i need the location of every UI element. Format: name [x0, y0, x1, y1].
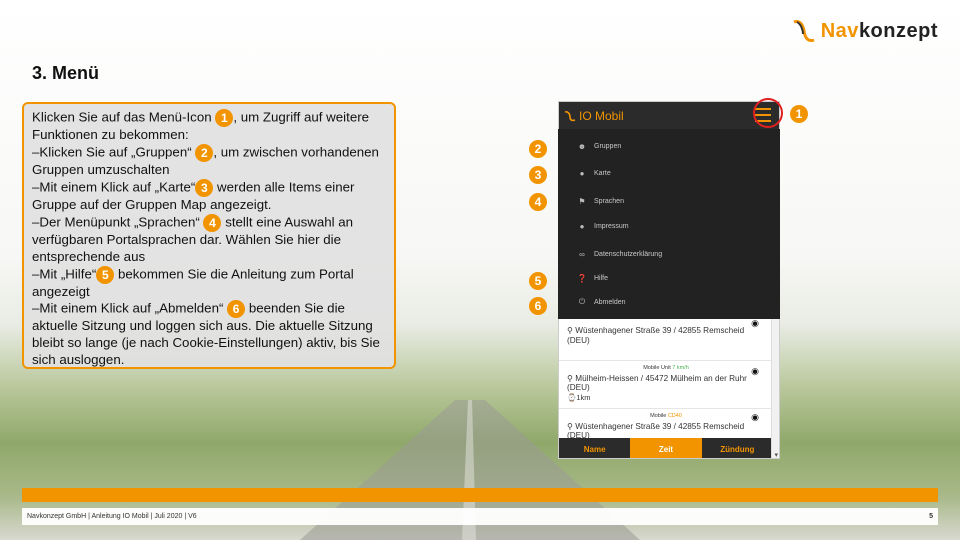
- footer: Navkonzept GmbH | Anleitung IO Mobil | J…: [22, 508, 938, 525]
- tab-zeit[interactable]: Zeit: [630, 438, 702, 458]
- step-badge-6: 6: [227, 300, 246, 319]
- scroll-down-icon[interactable]: ▾: [774, 451, 778, 458]
- step-badge-5: 5: [96, 265, 115, 284]
- app-logo-icon: [564, 111, 576, 122]
- page-title: 3. Menü: [32, 63, 100, 83]
- navkonzept-logo: Navkonzept: [791, 18, 938, 44]
- menu-item-impressum[interactable]: ● Impressum: [558, 215, 780, 237]
- card-status: CD40: [667, 413, 682, 419]
- menu-item-gruppen[interactable]: ☻ Gruppen: [558, 135, 780, 157]
- map-pin-icon: ◉: [751, 366, 759, 376]
- card-distance: 1km: [576, 392, 591, 402]
- app-header: IO Mobil: [559, 102, 779, 130]
- page-number: 5: [929, 513, 933, 520]
- menu-item-karte[interactable]: ● Karte: [558, 162, 780, 184]
- callout-badge-3: 3: [529, 166, 547, 184]
- logo-swirl-icon: [793, 20, 815, 42]
- highlight-ring: [753, 98, 783, 128]
- clock-icon: ⌚: [567, 392, 577, 402]
- list-item[interactable]: ◉ Mobile Unit 7 km/h ⚲ Mülheim-Heissen /…: [559, 361, 773, 409]
- callout-badge-2: 2: [529, 140, 547, 158]
- step-badge-1: 1: [215, 109, 234, 127]
- map-pin-icon: ◉: [751, 318, 759, 328]
- step-badge-2: 2: [195, 143, 214, 162]
- tab-zuendung[interactable]: Zündung: [701, 438, 773, 458]
- map-pin-icon: ◉: [751, 412, 759, 422]
- step-badge-3: 3: [195, 178, 214, 197]
- callout-badge-1: 1: [790, 105, 808, 123]
- instruction-text: Klicken Sie auf das Menü-Icon 1, um Zugr…: [32, 109, 380, 368]
- list-item[interactable]: ◉ ⚲ Wüstenhagener Straße 39 / 42855 Rems…: [559, 317, 773, 361]
- card-label: Mobile: [650, 413, 667, 419]
- callout-badge-5: 5: [529, 272, 547, 290]
- app-title: IO Mobil: [579, 109, 624, 123]
- callout-badge-4: 4: [529, 193, 547, 211]
- sort-tabs: Name Zeit Zündung: [559, 438, 773, 458]
- callout-badge-6: 6: [529, 297, 547, 315]
- menu-item-sprachen[interactable]: ⚑ Sprachen: [558, 190, 780, 212]
- step-badge-4: 4: [203, 213, 222, 232]
- help-icon: ❓: [577, 273, 587, 283]
- card-address: Mülheim-Heissen / 45472 Mülheim an der R…: [567, 373, 747, 393]
- footer-accent-bar: [22, 488, 938, 502]
- tab-name[interactable]: Name: [559, 438, 631, 458]
- logo-wordmark: Navkonzept: [820, 19, 938, 42]
- link-icon: ∞: [579, 249, 585, 259]
- footer-text: Navkonzept GmbH | Anleitung IO Mobil | J…: [27, 513, 197, 520]
- group-icon: ☻: [577, 141, 587, 151]
- list-item[interactable]: ◉ Mobile CD40 ⚲ Wüstenhagener Straße 39 …: [559, 409, 773, 440]
- globe-icon: ●: [579, 168, 585, 178]
- app-menu: ☻ Gruppen ● Karte ⚑ Sprachen ● Impressum ∞ Da…: [558, 129, 780, 319]
- info-icon: ●: [579, 221, 585, 231]
- card-label: Mobile Unit: [643, 365, 671, 371]
- card-status: 7 km/h: [672, 365, 689, 371]
- power-icon: ⏻: [578, 297, 586, 306]
- menu-item-datenschutz[interactable]: ∞ Datenschutzerklärung: [558, 243, 780, 265]
- card-address: Wüstenhagener Straße 39 / 42855 Remschei…: [567, 326, 745, 345]
- flag-icon: ⚑: [578, 196, 586, 206]
- instruction-box: Klicken Sie auf das Menü-Icon 1, um Zugr…: [22, 102, 396, 369]
- menu-item-hilfe[interactable]: ❓ Hilfe: [558, 267, 780, 289]
- menu-item-abmelden[interactable]: ⏻ Abmelden: [558, 291, 780, 313]
